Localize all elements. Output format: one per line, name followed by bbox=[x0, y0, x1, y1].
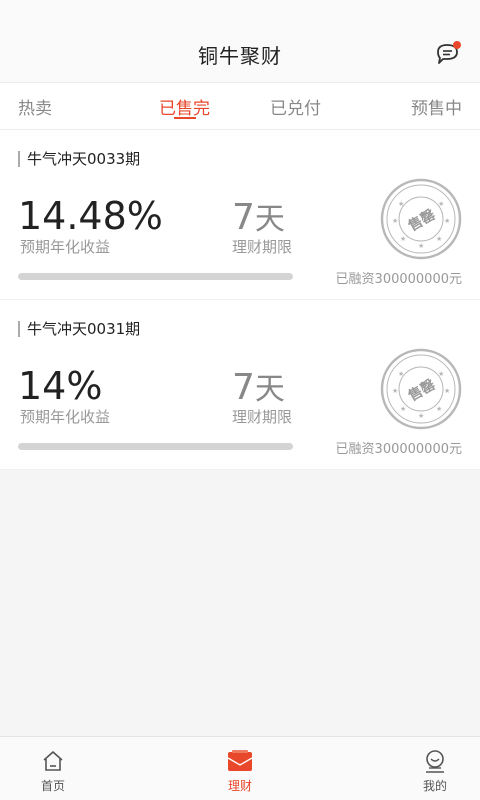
svg-text:★: ★ bbox=[438, 200, 444, 208]
user-icon bbox=[426, 750, 444, 773]
tab-sold-out[interactable]: 已售完 bbox=[129, 83, 240, 129]
expected-rate: 14.48% bbox=[18, 194, 163, 238]
svg-text:★: ★ bbox=[438, 370, 444, 378]
svg-text:★: ★ bbox=[418, 412, 424, 420]
svg-text:★: ★ bbox=[436, 405, 442, 413]
message-icon bbox=[437, 41, 461, 64]
svg-text:★: ★ bbox=[400, 405, 406, 413]
rate-label: 预期年化收益 bbox=[20, 408, 111, 426]
status-bar bbox=[0, 0, 480, 26]
term-label: 理财期限 bbox=[232, 238, 293, 256]
tab-label: 已兑付 bbox=[270, 98, 321, 119]
svg-text:★: ★ bbox=[436, 235, 442, 243]
wallet-icon bbox=[227, 750, 253, 771]
category-tabs: 热卖 已售完 已兑付 预售中 bbox=[0, 82, 480, 130]
bottom-nav: 首页 理财 我的 bbox=[0, 736, 480, 800]
svg-text:★: ★ bbox=[392, 217, 398, 225]
nav-mine[interactable]: 我的 bbox=[390, 737, 480, 800]
app-header: 铜牛聚财 bbox=[0, 26, 480, 82]
message-button[interactable] bbox=[434, 40, 462, 68]
nav-home[interactable]: 首页 bbox=[8, 737, 98, 800]
term-label: 理财期限 bbox=[232, 408, 293, 426]
nav-label: 我的 bbox=[422, 779, 447, 793]
svg-text:★: ★ bbox=[392, 387, 398, 395]
product-card[interactable]: 牛气冲天0031期 14% 预期年化收益 7天 理财期限 ★ ★ ★ ★ ★ ★… bbox=[0, 300, 480, 470]
nav-finance[interactable]: 理财 bbox=[195, 737, 285, 800]
product-title: 牛气冲天0031期 bbox=[18, 321, 140, 337]
product-card[interactable]: 牛气冲天0033期 14.48% 预期年化收益 7天 理财期限 ★ ★ ★ ★ … bbox=[0, 130, 480, 300]
term-number: 7 bbox=[232, 197, 255, 238]
tab-paid[interactable]: 已兑付 bbox=[240, 83, 351, 129]
progress-fill bbox=[18, 273, 293, 280]
term-unit: 天 bbox=[254, 202, 285, 237]
stamp-text: 售罄 bbox=[405, 206, 439, 235]
svg-text:★: ★ bbox=[444, 217, 450, 225]
page-title: 铜牛聚财 bbox=[198, 43, 282, 68]
home-icon bbox=[43, 751, 63, 771]
tab-presale[interactable]: 预售中 bbox=[351, 83, 480, 129]
term-unit: 天 bbox=[254, 372, 285, 407]
sold-out-stamp-icon: ★ ★ ★ ★ ★ ★ ★ 售罄 bbox=[380, 348, 462, 430]
product-list: 牛气冲天0033期 14.48% 预期年化收益 7天 理财期限 ★ ★ ★ ★ … bbox=[0, 130, 480, 470]
svg-text:★: ★ bbox=[418, 242, 424, 250]
product-title: 牛气冲天0033期 bbox=[18, 151, 140, 167]
raised-amount: 已融资300000000元 bbox=[335, 442, 462, 457]
svg-text:★: ★ bbox=[444, 387, 450, 395]
svg-text:★: ★ bbox=[398, 370, 404, 378]
raised-amount: 已融资300000000元 bbox=[335, 272, 462, 287]
tab-label: 热卖 bbox=[18, 98, 52, 119]
funding-progress-bar bbox=[18, 273, 293, 280]
stamp-text: 售罄 bbox=[405, 376, 439, 405]
progress-fill bbox=[18, 443, 293, 450]
funding-progress-bar bbox=[18, 443, 293, 450]
sold-out-stamp-icon: ★ ★ ★ ★ ★ ★ ★ 售罄 bbox=[380, 178, 462, 260]
tab-label: 已售完 bbox=[159, 98, 210, 119]
svg-text:★: ★ bbox=[398, 200, 404, 208]
expected-rate: 14% bbox=[18, 364, 103, 408]
tab-hot[interactable]: 热卖 bbox=[0, 83, 129, 129]
term-value: 7天 bbox=[232, 194, 285, 238]
term-number: 7 bbox=[232, 367, 255, 408]
tab-label: 预售中 bbox=[411, 98, 462, 119]
svg-text:★: ★ bbox=[400, 235, 406, 243]
nav-label: 首页 bbox=[40, 779, 65, 793]
nav-label: 理财 bbox=[227, 779, 252, 793]
term-value: 7天 bbox=[232, 364, 285, 408]
rate-label: 预期年化收益 bbox=[20, 238, 111, 256]
